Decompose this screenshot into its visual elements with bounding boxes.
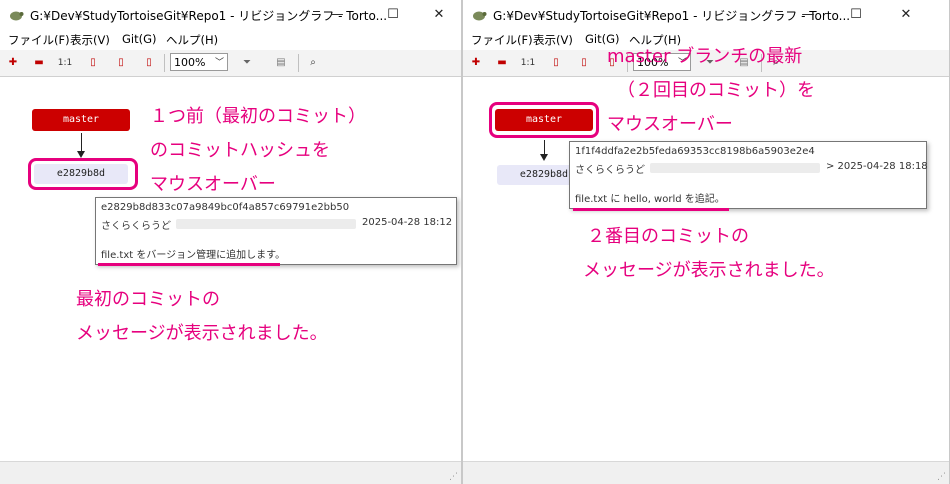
tooltip-hash: e2829b8d833c07a9849bc0f4a857c69791e2bb50 — [101, 202, 350, 213]
minimize-button[interactable]: — — [785, 0, 831, 30]
annotation-line: master ブランチの最新 — [607, 46, 803, 67]
tooltip-date: > 2025-04-28 18:18 — [826, 161, 928, 172]
message-underline — [573, 208, 729, 211]
tooltip-message: file.txt をバージョン管理に追加します。 — [101, 250, 286, 261]
graph-edge — [544, 140, 545, 154]
annotation-top: １つ前（最初のコミット） のコミットハッシュを マウスオーバー — [150, 100, 366, 202]
status-bar: ⋰ — [0, 461, 461, 484]
menu-help[interactable]: ヘルプ(H) — [166, 32, 218, 48]
annotation-line: メッセージが表示されました。 — [76, 323, 328, 344]
title-bar: G:¥Dev¥StudyTortoiseGit¥Repo1 - リビジョングラフ… — [0, 0, 461, 30]
title-bar: G:¥Dev¥StudyTortoiseGit¥Repo1 - リビジョングラフ… — [463, 0, 949, 30]
tooltip-author: さくらくらうど — [101, 221, 171, 232]
graph-edge — [81, 133, 82, 151]
right-window: G:¥Dev¥StudyTortoiseGit¥Repo1 - リビジョングラフ… — [462, 0, 950, 484]
actual-size-icon[interactable]: 1:1 — [519, 54, 537, 72]
fit-width-icon[interactable]: ▯ — [112, 54, 130, 72]
zoom-out-icon[interactable]: ▬ — [493, 54, 511, 72]
menu-git[interactable]: Git(G) — [122, 32, 157, 46]
resize-grip-icon[interactable]: ⋰ — [449, 472, 459, 482]
annotation-bottom: 最初のコミットの メッセージが表示されました。 — [76, 283, 328, 351]
annotation-line: のコミットハッシュを — [150, 140, 330, 161]
zoom-out-icon[interactable]: ▬ — [30, 54, 48, 72]
annotation-line: （２回目のコミット）を — [617, 80, 815, 101]
tortoise-icon — [473, 11, 487, 21]
annotation-line: マウスオーバー — [607, 114, 733, 135]
maximize-button[interactable]: ☐ — [370, 0, 416, 30]
resize-grip-icon[interactable]: ⋰ — [937, 472, 947, 482]
toolbar-separator — [164, 54, 165, 72]
legend-icon[interactable]: ▤ — [272, 54, 290, 72]
graph-edge-arrowhead — [77, 151, 85, 158]
commit-tooltip: e2829b8d833c07a9849bc0f4a857c69791e2bb50… — [95, 197, 457, 265]
status-bar: ⋰ — [463, 461, 949, 484]
toolbar: ✚ ▬ 1:1 ▯ ▯ ▯ 100% ﹀ ⏷ ▤ ⌕ — [0, 50, 461, 77]
redacted-email — [650, 163, 820, 173]
message-underline — [98, 263, 280, 266]
zoom-in-icon[interactable]: ✚ — [467, 54, 485, 72]
maximize-button[interactable]: ☐ — [833, 0, 879, 30]
annotation-line: 最初のコミットの — [76, 289, 220, 310]
highlight-ring — [28, 158, 138, 190]
menu-file[interactable]: ファイル(F) — [8, 32, 70, 48]
minimize-button[interactable]: — — [314, 0, 360, 30]
annotation-top: master ブランチの最新 （２回目のコミット）を マウスオーバー — [607, 40, 815, 142]
menu-view[interactable]: 表示(V) — [533, 32, 573, 48]
tooltip-date: 2025-04-28 18:12 — [362, 217, 453, 228]
redacted-email — [176, 219, 356, 229]
zoom-select[interactable]: 100% ﹀ — [170, 53, 228, 71]
close-button[interactable]: ✕ — [416, 0, 461, 30]
branch-node-master[interactable]: master — [32, 109, 130, 131]
actual-size-icon[interactable]: 1:1 — [56, 54, 74, 72]
annotation-line: ２番目のコミットの — [587, 226, 749, 247]
annotation-line: １つ前（最初のコミット） — [150, 106, 366, 127]
tooltip-message: file.txt に hello, world を追記。 — [575, 194, 725, 205]
annotation-line: マウスオーバー — [150, 174, 276, 195]
menu-view[interactable]: 表示(V) — [70, 32, 110, 48]
fit-width-icon[interactable]: ▯ — [575, 54, 593, 72]
fit-window-icon[interactable]: ▯ — [140, 54, 158, 72]
highlight-ring — [489, 102, 599, 138]
annotation-line: メッセージが表示されました。 — [583, 260, 835, 281]
tooltip-hash: 1f1f4ddfa2e2b5feda69353cc8198b6a5903e2e4 — [575, 146, 815, 157]
menu-bar: ファイル(F) 表示(V) Git(G) ヘルプ(H) — [0, 30, 461, 50]
close-button[interactable]: ✕ — [883, 0, 929, 30]
commit-tooltip: 1f1f4ddfa2e2b5feda69353cc8198b6a5903e2e4… — [569, 141, 928, 209]
chevron-down-icon: ﹀ — [214, 58, 224, 68]
graph-edge-arrowhead — [540, 154, 548, 161]
toolbar-separator — [298, 54, 299, 72]
filter-icon[interactable]: ⏷ — [238, 54, 256, 72]
menu-file[interactable]: ファイル(F) — [471, 32, 533, 48]
zoom-value: 100% — [174, 56, 206, 69]
left-window: G:¥Dev¥StudyTortoiseGit¥Repo1 - リビジョングラフ… — [0, 0, 462, 484]
tooltip-author: さくらくらうど — [575, 165, 645, 176]
search-icon[interactable]: ⌕ — [304, 54, 322, 72]
zoom-in-icon[interactable]: ✚ — [4, 54, 22, 72]
annotation-bottom: ２番目のコミットの メッセージが表示されました。 — [583, 220, 835, 288]
fit-height-icon[interactable]: ▯ — [547, 54, 565, 72]
fit-height-icon[interactable]: ▯ — [84, 54, 102, 72]
tortoise-icon — [10, 11, 24, 21]
